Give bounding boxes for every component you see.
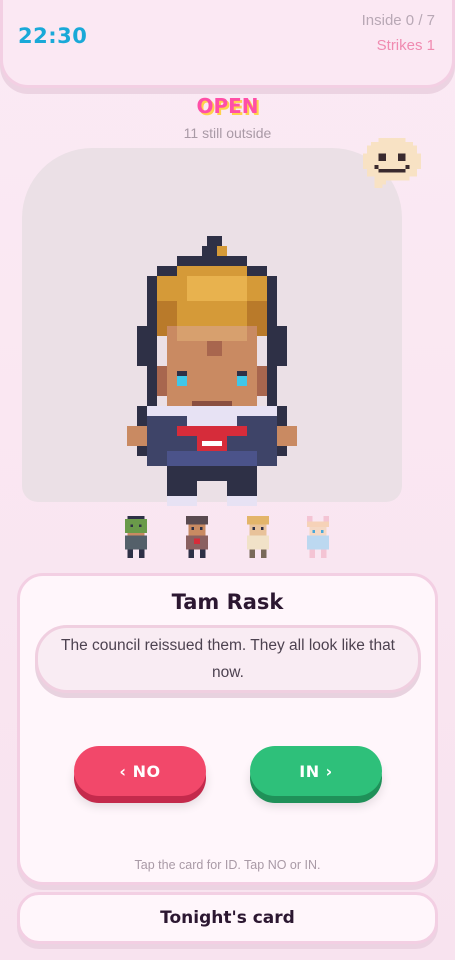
guest-card[interactable]: Tam Rask The council reissued them. They… <box>17 573 438 885</box>
uneasy-face-speech-bubble-icon <box>363 138 421 189</box>
bunny-ears-guest-icon[interactable] <box>304 516 332 558</box>
tonights-card-button[interactable]: Tonight's card <box>17 892 438 944</box>
strikes-counter: Strikes 1 <box>376 37 435 54</box>
door-status: OPEN <box>196 94 259 118</box>
guest-name: Tam Rask <box>171 590 284 614</box>
guest-quote: The council reissued them. They all look… <box>35 625 421 693</box>
status-bar: 22:30 Inside 0 / 7 Strikes 1 <box>0 0 455 88</box>
green-mask-guest-icon[interactable] <box>122 516 150 558</box>
guest-portrait <box>127 236 297 506</box>
blond-guest-icon[interactable] <box>244 516 272 558</box>
clock: 22:30 <box>18 24 88 48</box>
capped-guest-icon[interactable] <box>183 516 211 558</box>
in-button[interactable]: IN › <box>250 746 382 796</box>
instructions-hint: Tap the card for ID. Tap NO or IN. <box>134 858 321 872</box>
no-button[interactable]: ‹ NO <box>74 746 206 796</box>
inside-counter: Inside 0 / 7 <box>361 12 435 29</box>
